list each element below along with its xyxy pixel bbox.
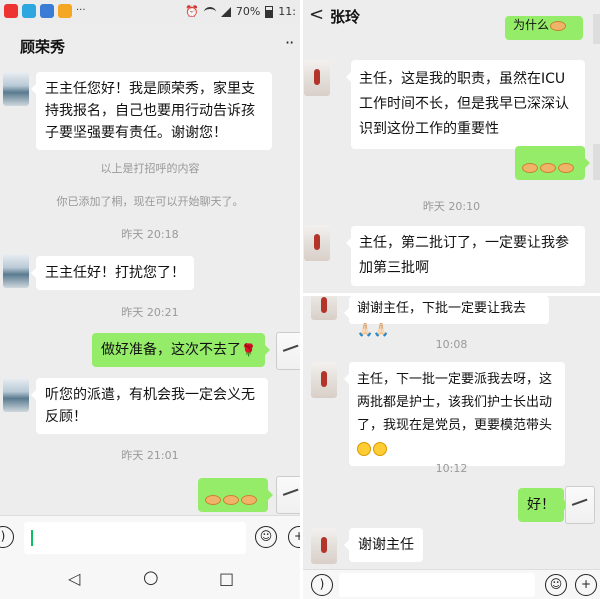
timestamp: 昨天 20:18 (121, 228, 179, 241)
avatar[interactable] (3, 254, 29, 288)
home-nav-icon[interactable]: ○ (143, 567, 159, 588)
partial-avatar (593, 144, 600, 180)
avatar[interactable] (311, 362, 337, 398)
message-bubble-outgoing[interactable]: 为什么 (505, 16, 583, 40)
chat-title: 张玲 (330, 8, 361, 26)
avatar[interactable] (311, 296, 337, 320)
emoji-icon[interactable]: ☺ (545, 574, 567, 596)
message-bubble-incoming[interactable]: 王主任您好！我是顾荣秀，家里支持我报名，自己也要用行动告诉孩子要坚强要有责任。谢… (31, 72, 272, 150)
message-input[interactable] (339, 573, 535, 597)
message-text: 做好准备，这次不去了 (101, 342, 241, 358)
more-notifications-icon: ··· (76, 5, 86, 16)
app-notification-icon (4, 4, 18, 18)
avatar[interactable] (311, 528, 337, 564)
clap-emoji (205, 495, 221, 505)
message-text: 为什么 (513, 18, 550, 32)
plus-icon[interactable]: + (575, 574, 597, 596)
message-bubble-outgoing[interactable]: 好！ (518, 488, 569, 522)
plus-icon[interactable]: + (288, 526, 300, 548)
rose-emoji: 🌹 (241, 343, 256, 357)
my-avatar[interactable] (276, 476, 300, 514)
chat-window-zhang-ling-later: 谢谢主任，下批一定要让我去🙏🏻🙏🏻 10:08 主任，下一批一定要派我去呀，这两… (303, 296, 600, 599)
my-avatar[interactable] (276, 332, 300, 370)
battery-icon (265, 5, 274, 18)
clock: 11: (278, 5, 296, 18)
message-bubble-outgoing[interactable]: 做好准备，这次不去了🌹 (92, 333, 270, 367)
app-icon (40, 4, 54, 18)
message-bubble-incoming[interactable]: 谢谢主任 (344, 528, 423, 562)
timestamp: 昨天 20:10 (422, 200, 481, 213)
system-message: 以上是打招呼的内容 (100, 162, 200, 175)
avatar[interactable] (304, 60, 330, 96)
telegram-icon (22, 4, 36, 18)
battery-level: 70% (235, 5, 261, 18)
alarm-icon: ⏰ (185, 5, 199, 18)
message-bubble-incoming[interactable]: 谢谢主任，下批一定要让我去🙏🏻🙏🏻 (344, 296, 549, 338)
input-bar: ) ☺ + (303, 569, 600, 599)
clap-emoji (540, 163, 556, 173)
timestamp: 10:12 (435, 462, 468, 475)
android-nav-bar: ◁ ○ □ (0, 559, 300, 599)
signal-icon (220, 6, 231, 17)
avatar[interactable] (3, 72, 29, 106)
avatar[interactable] (304, 225, 330, 261)
text-caret (31, 530, 33, 546)
clap-emoji (522, 163, 538, 173)
clap-emoji (223, 495, 239, 505)
message-text: 主任，下一批一定要派我去呀，这两批都是护士，该我们护士长出动了，我现在是党员，更… (357, 372, 553, 433)
status-bar: ··· ⏰ 70% 11: (0, 0, 300, 24)
gallery-icon (58, 4, 72, 18)
back-nav-icon[interactable]: ◁ (68, 569, 80, 588)
wink-tongue-emoji (373, 441, 387, 456)
recent-apps-icon[interactable]: □ (219, 569, 234, 588)
partial-avatar (593, 14, 600, 44)
clap-emoji (241, 495, 257, 505)
back-icon[interactable]: < (309, 4, 324, 25)
timestamp: 昨天 21:01 (121, 449, 179, 462)
voice-icon[interactable]: ) (0, 526, 14, 548)
message-input[interactable] (24, 522, 246, 554)
message-bubble-incoming[interactable]: 主任，这是我的职责，虽然在ICU工作时间不长，但是我早已深深认识到这份工作的重要… (346, 60, 585, 149)
input-bar: ) ☺ + (0, 515, 300, 559)
wink-tongue-emoji (357, 441, 371, 456)
message-bubble-incoming[interactable]: 主任，第二批订了，一定要让我参加第三批啊 (346, 226, 585, 286)
chat-window-zhang-ling: < 张玲 为什么 主任，这是我的职责，虽然在ICU工作时间不长，但是我早已深深认… (303, 0, 600, 293)
clap-emoji (550, 20, 567, 31)
emoji-icon[interactable]: ☺ (255, 526, 277, 548)
voice-icon[interactable]: ) (311, 574, 333, 596)
system-message: 你已添加了桐，现在可以开始聊天了。 (56, 195, 244, 208)
more-options-icon[interactable]: ·· (285, 33, 294, 52)
message-bubble-incoming[interactable]: 主任，下一批一定要派我去呀，这两批都是护士，该我们护士长出动了，我现在是党员，更… (344, 362, 565, 466)
chat-window-gu-rongxiu: ··· ⏰ 70% 11: 顾荣秀 ·· 王主任您好！我是顾荣秀，家里支持我报名… (0, 0, 300, 599)
chat-title: 顾荣秀 (20, 38, 66, 56)
message-bubble-outgoing[interactable] (198, 478, 273, 512)
avatar[interactable] (3, 378, 29, 412)
wifi-icon (203, 6, 216, 17)
timestamp: 10:08 (435, 338, 468, 351)
message-bubble-incoming[interactable]: 王主任好！打扰您了！ (31, 256, 194, 290)
clap-emoji (558, 163, 574, 173)
message-bubble-outgoing[interactable] (515, 146, 590, 180)
my-avatar[interactable] (565, 486, 595, 524)
timestamp: 昨天 20:21 (121, 306, 179, 319)
message-bubble-incoming[interactable]: 听您的派遣，有机会我一定会义无反顾！ (31, 378, 268, 434)
